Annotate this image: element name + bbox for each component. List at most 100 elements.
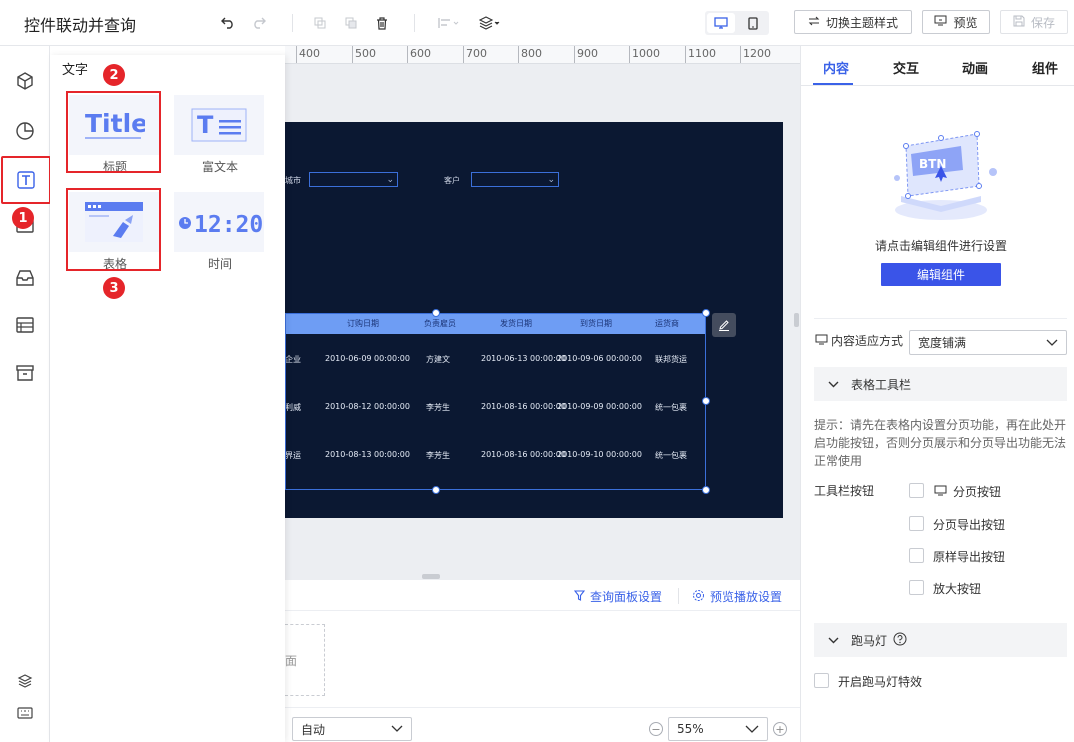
page-title: 控件联动并查询 [24, 16, 137, 35]
monitor-icon [815, 334, 828, 348]
checkbox-zoom-button[interactable] [909, 580, 924, 595]
save-icon [1013, 15, 1025, 30]
ruler-label: 700 [466, 47, 487, 60]
query-panel-settings-label: 查询面板设置 [590, 590, 663, 604]
tab-underline [813, 83, 853, 85]
undo-icon[interactable] [219, 14, 237, 32]
resize-handle[interactable] [702, 397, 710, 405]
chevron-down-icon [828, 377, 839, 391]
filter-label-customer: 客户 [444, 176, 460, 185]
rail-table-icon[interactable] [0, 303, 50, 347]
zoom-in-icon[interactable]: + [773, 722, 787, 736]
preview-label: 预览 [953, 15, 978, 30]
resize-handle[interactable] [702, 309, 710, 317]
tab-animation[interactable]: 动画 [962, 58, 988, 77]
switch-theme-button[interactable]: 切换主题样式 [794, 10, 912, 34]
fit-mode-value: 自动 [301, 722, 326, 737]
align-icon[interactable] [436, 14, 462, 32]
edit-hint: 请点击编辑组件进行设置 [875, 239, 1008, 253]
divider [814, 318, 1067, 319]
properties-tabs: 内容 交互 动画 组件 [801, 46, 1074, 86]
zoom-select[interactable]: 55% [668, 717, 768, 741]
edit-pencil-icon[interactable] [712, 313, 736, 337]
option-label: 原样导出按钮 [933, 550, 1006, 564]
table-toolbar-section[interactable]: 表格工具栏 [814, 367, 1067, 401]
checkbox-raw-export[interactable] [909, 548, 924, 563]
query-panel-settings-link[interactable]: 查询面板设置 [573, 588, 663, 605]
option-label: 分页按钮 [953, 485, 1002, 499]
highlight-box [66, 91, 161, 173]
tip-text: 提示：请先在表格内设置分页功能，再在此处开 启功能按钮，否则分页展示和分页导出功… [814, 416, 1066, 470]
section-title: 跑马灯 [851, 633, 888, 648]
save-button[interactable]: 保存 [1000, 10, 1068, 34]
layer-order-icon[interactable] [477, 14, 503, 32]
chevron-down-icon [1046, 336, 1058, 350]
preview-button[interactable]: 预览 [922, 10, 990, 34]
checkbox-page-export[interactable] [909, 516, 924, 531]
btn-illustration-icon: BTN [881, 126, 1001, 229]
switch-theme-label: 切换主题样式 [825, 15, 898, 30]
query-drop-hint: 面 [285, 654, 298, 668]
desktop-icon[interactable] [707, 13, 735, 33]
marquee-section[interactable]: 跑马灯 [814, 623, 1067, 657]
step-badge-2: 2 [103, 64, 125, 86]
resize-handle[interactable] [702, 486, 710, 494]
tip-line: 提示：请先在表格内设置分页功能，再在此处开 [814, 418, 1067, 432]
ruler-label: 800 [521, 47, 542, 60]
component-time-card[interactable]: 12:20 时间 [174, 192, 266, 272]
divider [292, 14, 293, 32]
option-label: 分页导出按钮 [933, 518, 1006, 532]
swap-icon [808, 15, 820, 29]
city-select[interactable]: ⌄ [309, 172, 398, 187]
query-panel-zone [285, 611, 800, 707]
monitor-icon [934, 15, 947, 29]
delete-icon[interactable] [373, 14, 391, 32]
rail-3d-component-icon[interactable] [0, 59, 50, 103]
rail-keyboard-icon[interactable] [0, 698, 50, 728]
resize-handle[interactable] [432, 309, 440, 317]
edit-component-button[interactable]: 编辑组件 [881, 263, 1001, 286]
adapt-select[interactable]: 宽度铺满 [909, 330, 1067, 355]
highlight-box [66, 188, 161, 271]
resize-handle[interactable] [432, 486, 440, 494]
rail-layers-icon[interactable] [0, 666, 50, 696]
ruler: 400 500 600 700 800 900 1000 1100 1200 [285, 46, 800, 64]
tab-interaction[interactable]: 交互 [893, 58, 919, 77]
copy-icon[interactable] [311, 14, 329, 32]
zoom-out-icon[interactable]: − [649, 722, 663, 736]
time-thumb-icon: 12:20 [174, 192, 264, 252]
checkbox-page-button[interactable] [909, 483, 924, 498]
ruler-label: 1100 [688, 47, 716, 60]
filter-label-city: 城市 [285, 176, 301, 185]
step-badge-3: 3 [103, 277, 125, 299]
help-icon[interactable] [893, 632, 907, 649]
redo-icon[interactable] [250, 14, 268, 32]
save-label: 保存 [1030, 15, 1055, 30]
rail-container-icon[interactable] [0, 256, 50, 300]
selected-table-widget[interactable] [285, 313, 706, 490]
rail-chart-icon[interactable] [0, 109, 50, 153]
adapt-label: 内容适应方式 [831, 334, 904, 348]
tab-content[interactable]: 内容 [823, 58, 849, 77]
rail-text-icon[interactable] [1, 156, 51, 204]
component-rich-text-card[interactable]: T 富文本 [174, 95, 266, 175]
horizontal-scrollbar[interactable] [422, 574, 440, 579]
mobile-icon[interactable] [739, 13, 767, 33]
component-panel-title: 文字 [62, 63, 89, 78]
chevron-down-icon [745, 722, 759, 736]
fit-mode-select[interactable]: 自动 [292, 717, 412, 741]
paste-icon[interactable] [342, 14, 360, 32]
ruler-label: 1200 [743, 47, 771, 60]
tab-component[interactable]: 组件 [1032, 58, 1058, 77]
chevron-down-icon [828, 633, 839, 647]
marquee-option-label: 开启跑马灯特效 [838, 675, 923, 689]
rail-archive-icon[interactable] [0, 351, 50, 395]
customer-select[interactable]: ⌄ [471, 172, 559, 187]
checkbox-marquee[interactable] [814, 673, 829, 688]
adapt-value: 宽度铺满 [918, 336, 967, 350]
tip-line: 启功能按钮，否则分页展示和分页导出功能无法 [814, 436, 1067, 450]
preview-play-settings-link[interactable]: 预览播放设置 [692, 588, 782, 605]
toolbar-buttons-label: 工具栏按钮 [814, 484, 875, 498]
ruler-label: 1000 [632, 47, 660, 60]
vertical-scrollbar[interactable] [794, 313, 799, 327]
